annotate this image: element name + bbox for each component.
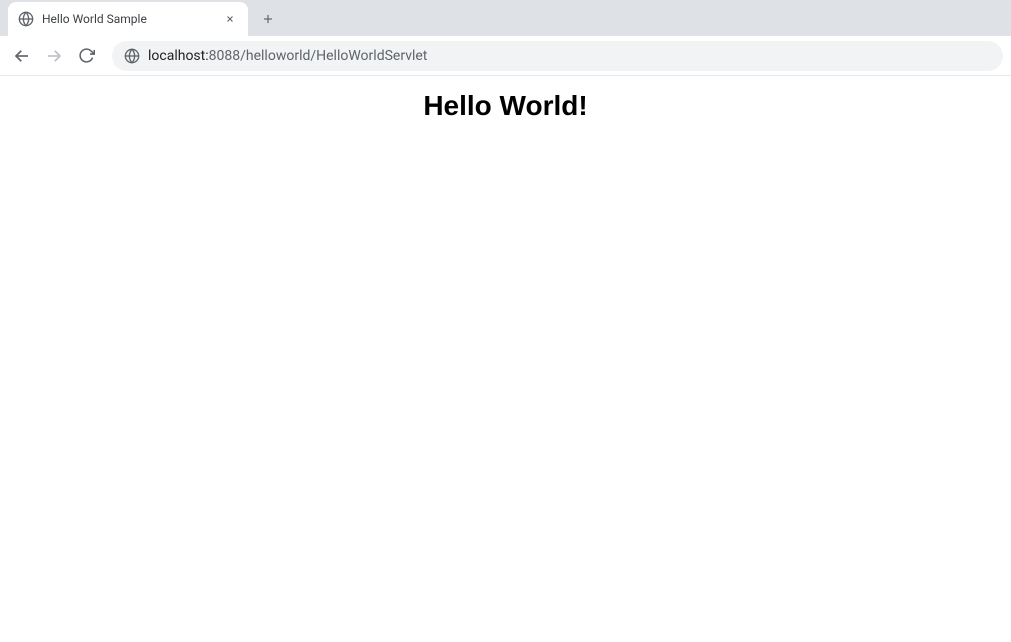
reload-button[interactable]: [72, 42, 100, 70]
new-tab-button[interactable]: [254, 5, 282, 33]
globe-icon: [18, 11, 34, 27]
forward-button[interactable]: [40, 42, 68, 70]
browser-toolbar: localhost:8088/helloworld/HelloWorldServ…: [0, 36, 1011, 76]
browser-tab[interactable]: Hello World Sample: [8, 2, 248, 36]
close-icon[interactable]: [222, 11, 238, 27]
tab-strip: Hello World Sample: [0, 0, 1011, 36]
back-button[interactable]: [8, 42, 36, 70]
url-path: 8088/helloworld/HelloWorldServlet: [209, 48, 428, 64]
globe-icon[interactable]: [124, 48, 140, 64]
url-host: localhost:: [148, 48, 209, 64]
page-heading: Hello World!: [0, 90, 1011, 122]
address-bar[interactable]: localhost:8088/helloworld/HelloWorldServ…: [112, 41, 1003, 71]
tab-title: Hello World Sample: [42, 12, 214, 26]
url-text: localhost:8088/helloworld/HelloWorldServ…: [148, 48, 427, 64]
page-content: Hello World!: [0, 76, 1011, 642]
